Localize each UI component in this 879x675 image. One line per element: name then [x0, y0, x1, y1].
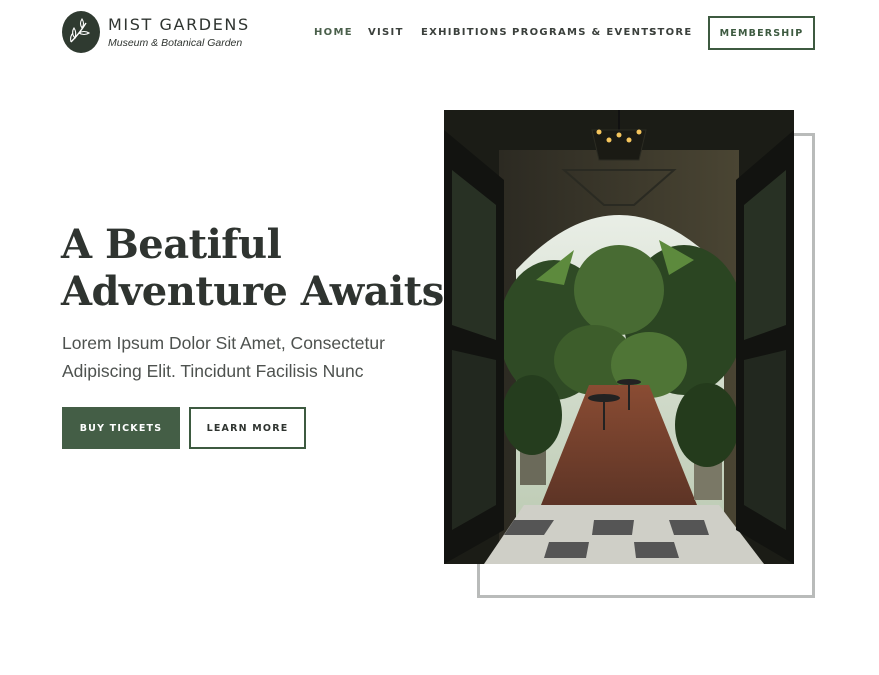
nav-home[interactable]: HOME — [314, 27, 353, 38]
hero-subtitle-line: Lorem Ipsum Dolor Sit Amet, Consectetur — [62, 333, 385, 353]
brand-tagline: Museum & Botanical Garden — [108, 37, 243, 49]
leaf-sprig-icon — [70, 18, 90, 43]
hero-title-line: Adventure Awaits — [61, 268, 444, 315]
buy-tickets-button[interactable]: BUY TICKETS — [62, 407, 180, 449]
courtyard-photo — [444, 110, 794, 564]
nav-exhibitions[interactable]: EXHIBITIONS — [421, 27, 508, 38]
brand-name[interactable]: MIST GARDENS — [108, 15, 250, 34]
hero-title: A Beatiful Adventure Awaits — [61, 221, 444, 315]
nav-store[interactable]: STORE — [649, 27, 693, 38]
hero-image — [444, 110, 794, 564]
membership-button[interactable]: MEMBERSHIP — [708, 16, 815, 50]
nav-visit[interactable]: VISIT — [368, 27, 404, 38]
logo[interactable] — [62, 11, 100, 53]
learn-more-button[interactable]: LEARN MORE — [189, 407, 306, 449]
hero-title-line: A Beatiful — [61, 221, 282, 268]
hero-subtitle: Lorem Ipsum Dolor Sit Amet, Consectetur … — [62, 329, 392, 385]
hero-subtitle-line: Adipiscing Elit. Tincidunt Facilisis Nun… — [62, 361, 364, 381]
nav-programs-events[interactable]: PROGRAMS & EVENTS — [512, 27, 658, 38]
